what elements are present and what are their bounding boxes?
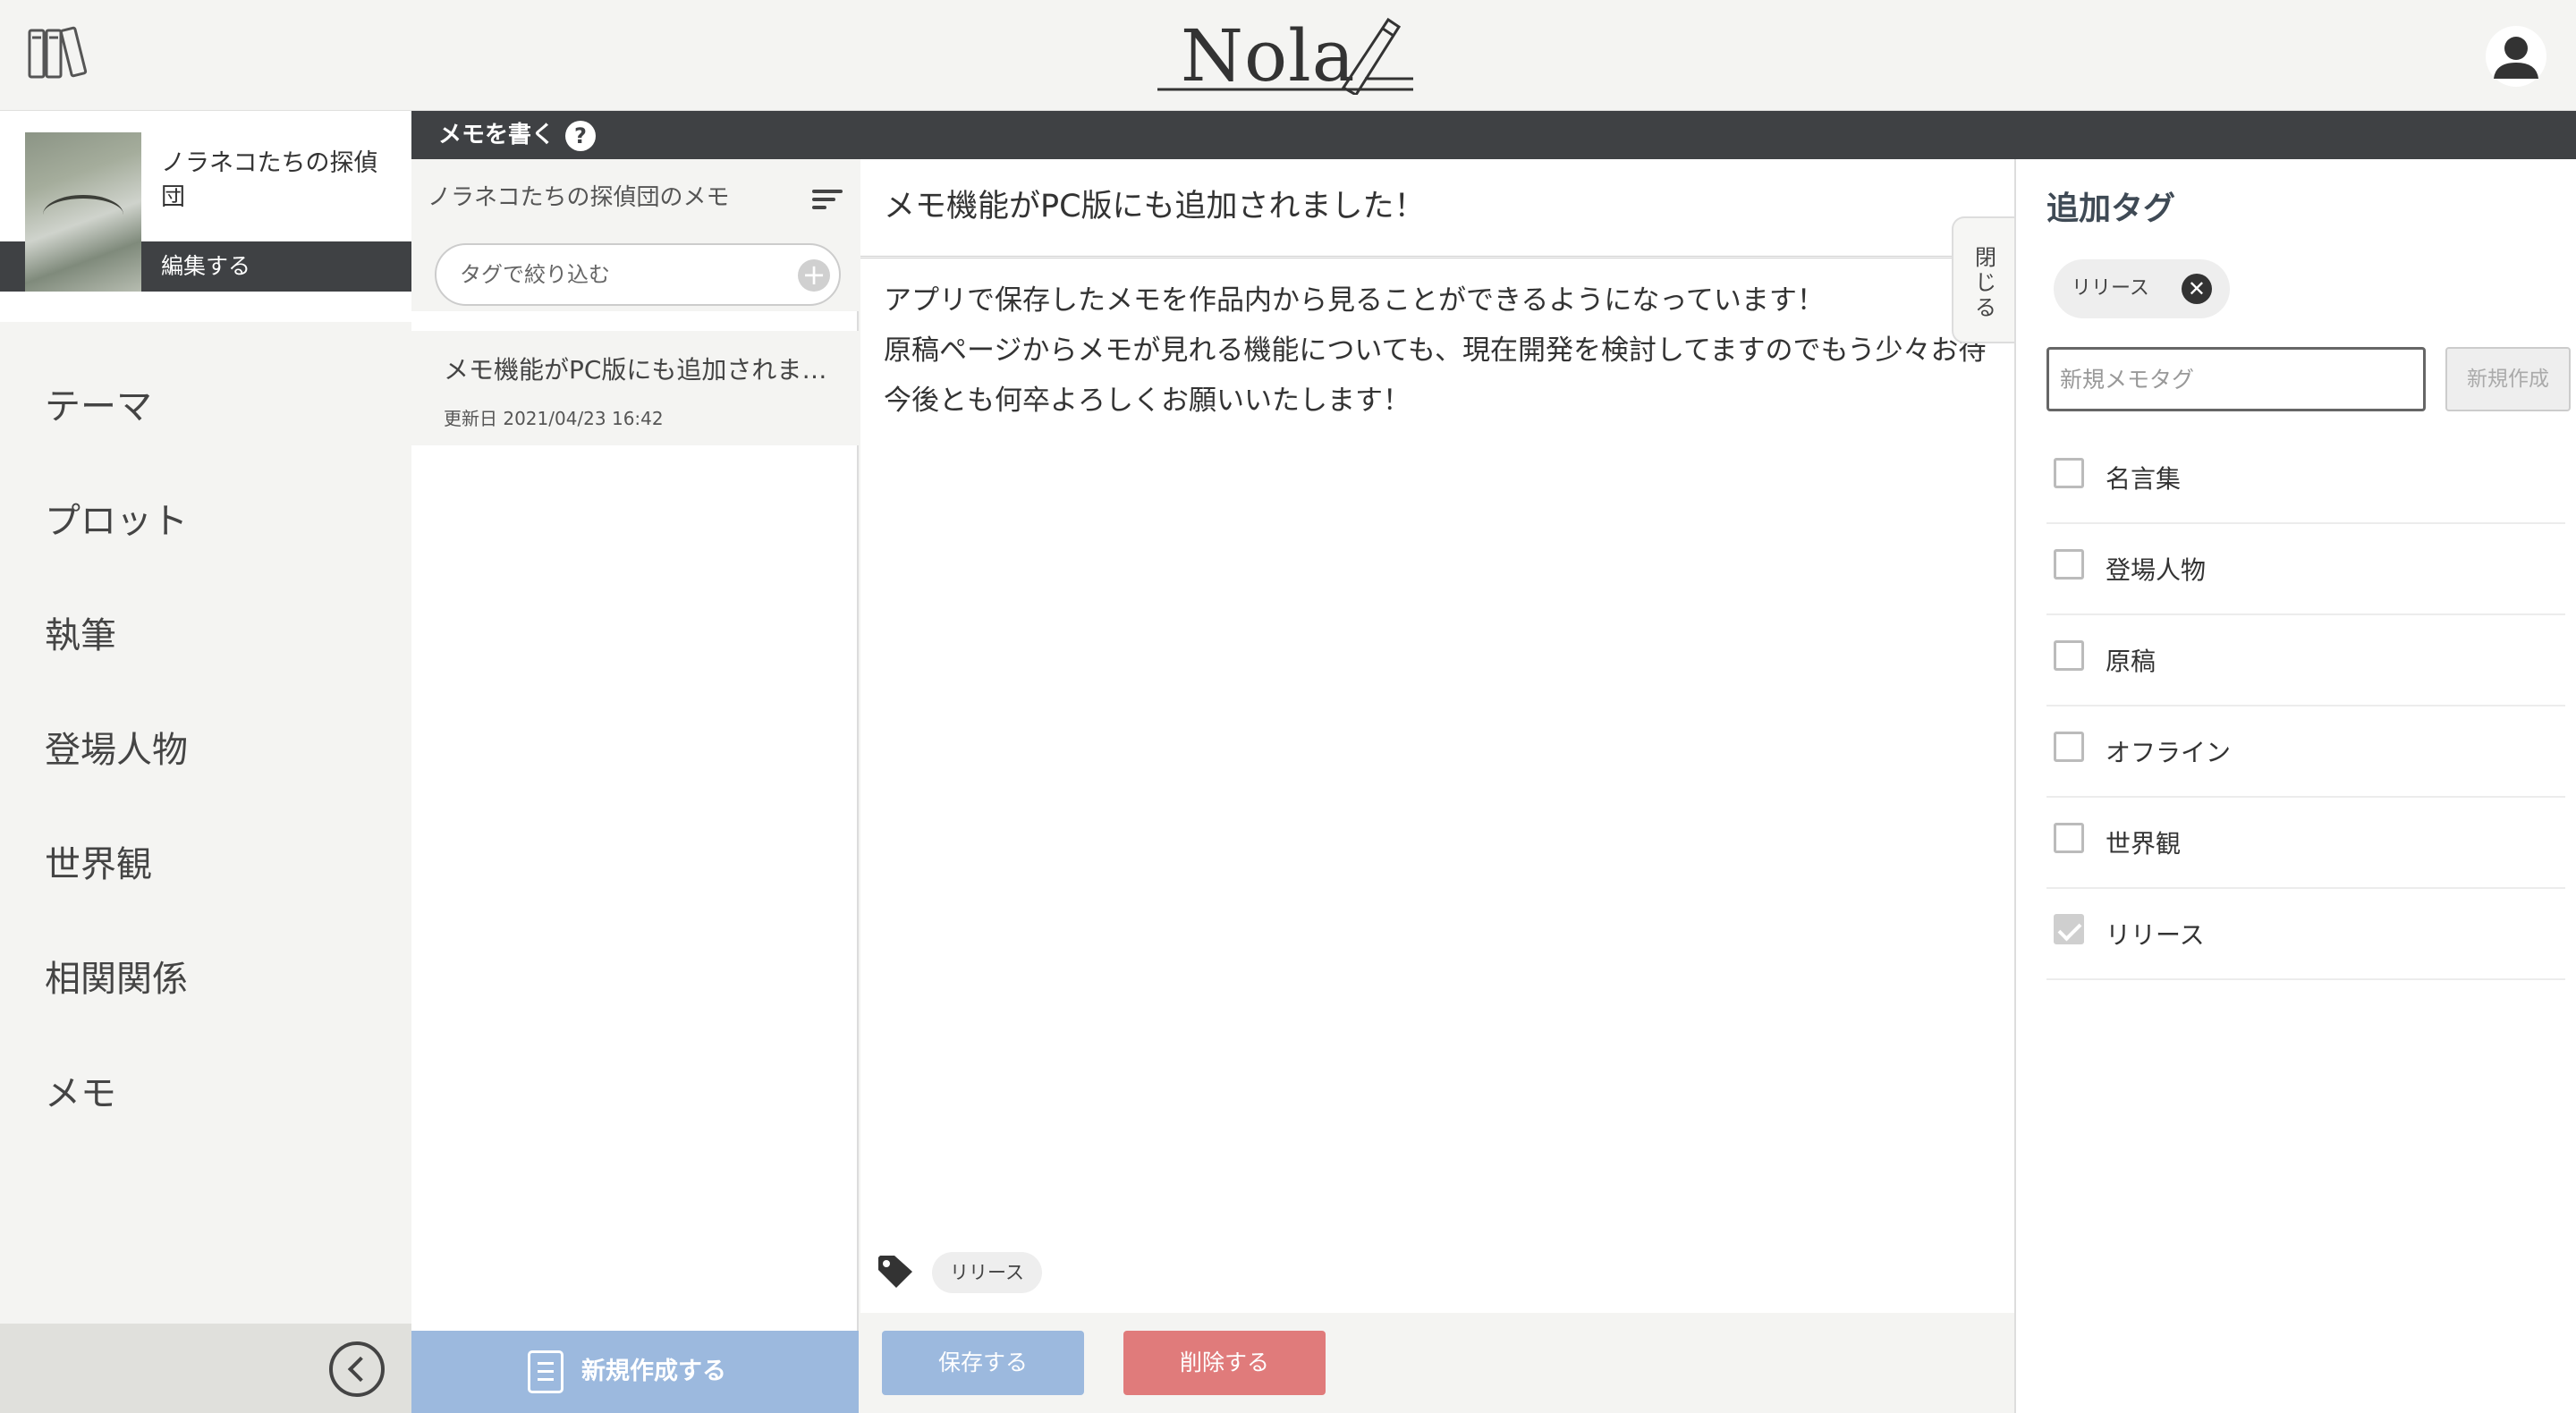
- editor-footer: 保存する 削除する: [860, 1313, 2014, 1413]
- selected-tag-label: リリース: [2072, 277, 2149, 300]
- books-icon[interactable]: [27, 25, 91, 80]
- title-divider: [860, 256, 2014, 258]
- tag-option-label: 世界観: [2106, 829, 2182, 859]
- tag-option-label: 登場人物: [2106, 555, 2207, 585]
- sidebar-item-plot[interactable]: プロット: [0, 499, 411, 613]
- help-icon[interactable]: ?: [565, 121, 596, 151]
- memo-body-line: アプリで保存したメモを作品内から見ることができるようになっています！: [884, 284, 1825, 317]
- close-panel-tab[interactable]: 閉じる: [1952, 216, 2016, 343]
- tag-checkbox[interactable]: [2054, 823, 2084, 853]
- sidebar-item-writing[interactable]: 執筆: [0, 613, 411, 728]
- save-button[interactable]: 保存する: [882, 1331, 1084, 1395]
- selected-tag-chip: リリース ✕: [2054, 259, 2230, 318]
- section-bar: メモを書く ?: [411, 111, 2576, 159]
- memo-body-line: 原稿ページからメモが見れる機能についても、現在開発を検討してますのでもう少々お待: [884, 334, 1987, 367]
- project-thumbnail: [25, 132, 141, 292]
- logo-text: Nola: [1181, 14, 1356, 97]
- memo-icon: [528, 1350, 564, 1393]
- memo-list-header: ノラネコたちの探偵団のメモ: [411, 159, 859, 236]
- project-card[interactable]: ノラネコたちの探偵団 編集する: [0, 111, 411, 311]
- tag-options-list: 名言集 登場人物 原稿 オフライン 世界観 リリース: [2046, 433, 2565, 980]
- list-item[interactable]: メモ機能がPC版にも追加されまし… 更新日 2021/04/23 16:42: [411, 331, 859, 445]
- sidebar-divider: [0, 311, 411, 322]
- tag-option[interactable]: 登場人物: [2046, 524, 2565, 615]
- tag-option[interactable]: 原稿: [2046, 615, 2565, 706]
- tag-option[interactable]: リリース: [2046, 889, 2565, 980]
- tag-checkbox[interactable]: [2054, 549, 2084, 580]
- tag-option-label: リリース: [2106, 920, 2205, 950]
- top-header: Nola: [0, 0, 2576, 111]
- sidebar-nav: テーマ プロット 執筆 登場人物 世界観 相関関係 メモ: [0, 385, 411, 1186]
- tag-option[interactable]: 世界観: [2046, 798, 2565, 889]
- memo-list-title: ノラネコたちの探偵団のメモ: [428, 184, 730, 211]
- tag-filter-input[interactable]: タグで絞り込む +: [435, 243, 841, 306]
- sidebar-item-worldview[interactable]: 世界観: [0, 842, 411, 957]
- create-tag-button[interactable]: 新規作成: [2445, 347, 2571, 411]
- tag-filter-placeholder: タグで絞り込む: [460, 262, 610, 287]
- memo-title-field[interactable]: メモ機能がPC版にも追加されました！: [884, 181, 1426, 226]
- avatar-icon[interactable]: [2485, 25, 2547, 88]
- memo-body-field[interactable]: アプリで保存したメモを作品内から見ることができるようになっています！ 原稿ページ…: [884, 275, 2014, 426]
- sort-icon[interactable]: [812, 190, 843, 209]
- delete-button[interactable]: 削除する: [1123, 1331, 1326, 1395]
- memo-item-title: メモ機能がPC版にも追加されまし…: [444, 355, 846, 385]
- tag-checkbox[interactable]: [2054, 732, 2084, 762]
- sidebar-item-characters[interactable]: 登場人物: [0, 728, 411, 842]
- new-memo-label: 新規作成する: [581, 1358, 726, 1385]
- memo-item-date: 更新日 2021/04/23 16:42: [444, 408, 664, 429]
- edit-project-button[interactable]: 編集する: [141, 241, 411, 292]
- close-panel-label: 閉じる: [1975, 245, 1996, 320]
- tag-option[interactable]: 名言集: [2046, 433, 2565, 524]
- sidebar: ノラネコたちの探偵団 編集する テーマ プロット 執筆 登場人物 世界観 相関関…: [0, 111, 411, 1413]
- tag-checkbox[interactable]: [2054, 914, 2084, 944]
- tag-panel-title: 追加タグ: [2046, 190, 2176, 227]
- sidebar-footer: [0, 1324, 411, 1413]
- nola-logo[interactable]: Nola: [1154, 13, 1422, 97]
- close-icon[interactable]: ✕: [2181, 274, 2212, 304]
- tag-option[interactable]: オフライン: [2046, 706, 2565, 798]
- tag-panel: 追加タグ リリース ✕ 新規作成 名言集 登場人物 原稿 オフライン 世界観 リ…: [2014, 159, 2576, 1413]
- memo-editor: メモ機能がPC版にも追加されました！ アプリで保存したメモを作品内から見ることが…: [860, 159, 2014, 1413]
- project-title: ノラネコたちの探偵団: [161, 149, 378, 211]
- chevron-left-circle-icon[interactable]: [329, 1341, 385, 1397]
- sidebar-item-relationships[interactable]: 相関関係: [0, 957, 411, 1071]
- tag-checkbox[interactable]: [2054, 640, 2084, 671]
- tag-checkbox[interactable]: [2054, 458, 2084, 488]
- memo-body-line: 今後とも何卒よろしくお願いいたします！: [884, 385, 1411, 417]
- edit-bar-edge: [0, 241, 25, 292]
- new-tag-input[interactable]: [2046, 347, 2426, 411]
- section-title: メモを書く: [438, 122, 555, 148]
- sidebar-item-memo[interactable]: メモ: [0, 1071, 411, 1186]
- tag-icon: [878, 1256, 912, 1288]
- memo-list: ノラネコたちの探偵団のメモ タグで絞り込む + メモ機能がPC版にも追加されまし…: [411, 159, 859, 1413]
- tag-option-label: 名言集: [2106, 464, 2182, 494]
- tag-filter-wrapper: タグで絞り込む +: [411, 236, 859, 311]
- new-memo-button[interactable]: 新規作成する: [411, 1331, 859, 1413]
- memo-tag-chip[interactable]: リリース: [932, 1252, 1042, 1293]
- sidebar-item-theme[interactable]: テーマ: [0, 385, 411, 499]
- tag-option-label: オフライン: [2106, 738, 2232, 767]
- tag-option-label: 原稿: [2106, 647, 2157, 676]
- plus-circle-icon[interactable]: +: [798, 259, 830, 292]
